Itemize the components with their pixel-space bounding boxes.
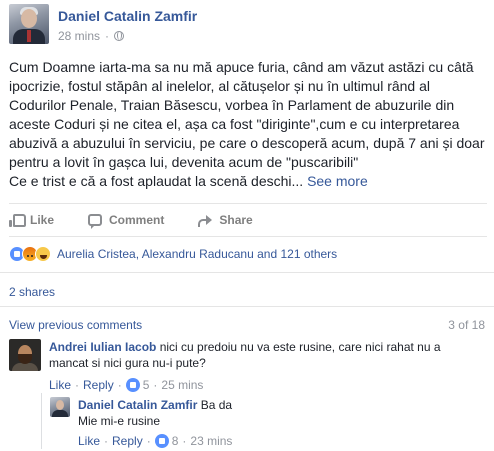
like-count-icon: [154, 434, 169, 448]
thumbs-up-icon: [9, 213, 26, 227]
divider: [0, 306, 494, 307]
divider: [0, 272, 494, 273]
comments-header: View previous comments 3 of 18: [9, 318, 485, 332]
comment-timestamp[interactable]: 25 mins: [161, 377, 203, 393]
post-body-text: Cum Doamne iarta-ma sa nu mă apuce furia…: [9, 59, 485, 189]
share-arrow-icon: [198, 214, 213, 227]
facebook-post: Daniel Catalin Zamfir 28 mins · Cum Doam…: [0, 0, 494, 451]
comment-body: Andrei Iulian Iacob nici cu predoiu nu v…: [49, 339, 469, 393]
comment-item: Andrei Iulian Iacob nici cu predoiu nu v…: [9, 339, 469, 393]
like-count-icon: [125, 378, 140, 392]
reactions-summary[interactable]: Aurelia Cristea, Alexandru Raducanu and …: [9, 244, 337, 264]
comments-count: 3 of 18: [448, 318, 485, 332]
reply-thread-line: [41, 393, 42, 449]
meta-separator: ·: [105, 29, 110, 43]
share-label: Share: [219, 213, 253, 227]
post-action-bar: Like Comment Share: [9, 203, 487, 237]
replier-avatar[interactable]: [50, 397, 70, 417]
comment-reply-link[interactable]: Reply: [83, 377, 114, 393]
reply-like-count[interactable]: 8: [172, 433, 179, 449]
see-more-link[interactable]: See more: [307, 173, 368, 189]
replier-name[interactable]: Daniel Catalin Zamfir: [78, 398, 197, 412]
reply-reply-link[interactable]: Reply: [112, 433, 143, 449]
shares-link[interactable]: 2 shares: [9, 285, 55, 299]
commenter-name[interactable]: Andrei Iulian Iacob: [49, 340, 156, 354]
post-body: Cum Doamne iarta-ma sa nu mă apuce furia…: [9, 58, 489, 191]
reply-timestamp[interactable]: 23 mins: [190, 433, 232, 449]
author-avatar[interactable]: [9, 4, 49, 44]
like-button[interactable]: Like: [9, 213, 54, 227]
post-header-text: Daniel Catalin Zamfir 28 mins ·: [58, 4, 197, 46]
globe-icon: [114, 31, 125, 41]
comment-bubble-icon: [88, 214, 103, 229]
comment-actions: Like · Reply · 5 · 25 mins: [49, 377, 204, 393]
reply-like-link[interactable]: Like: [78, 433, 100, 449]
reaction-names[interactable]: Aurelia Cristea, Alexandru Raducanu and …: [57, 247, 337, 261]
comment-like-link[interactable]: Like: [49, 377, 71, 393]
reply-text-line1: Ba da: [200, 398, 233, 412]
commenter-avatar[interactable]: [9, 339, 41, 371]
share-button[interactable]: Share: [198, 213, 253, 227]
reaction-icons: [9, 246, 51, 262]
comment-like-count[interactable]: 5: [143, 377, 150, 393]
reply-body: Daniel Catalin Zamfir Ba da Mie mi-e rus…: [78, 397, 478, 449]
post-author-name[interactable]: Daniel Catalin Zamfir: [58, 8, 197, 25]
post-timestamp[interactable]: 28 mins: [58, 29, 100, 43]
reply-item: Daniel Catalin Zamfir Ba da Mie mi-e rus…: [50, 397, 478, 449]
reply-actions: Like · Reply · 8 · 23 mins: [78, 433, 233, 449]
post-meta: 28 mins ·: [58, 29, 197, 43]
comment-button[interactable]: Comment: [88, 213, 165, 229]
like-label: Like: [30, 213, 55, 227]
comment-label: Comment: [109, 213, 165, 227]
reply-text-line2: Mie mi-e rusine: [78, 414, 161, 428]
haha-reaction-icon: [35, 246, 51, 262]
view-previous-comments-link[interactable]: View previous comments: [9, 318, 142, 332]
post-header: Daniel Catalin Zamfir 28 mins ·: [9, 4, 197, 46]
